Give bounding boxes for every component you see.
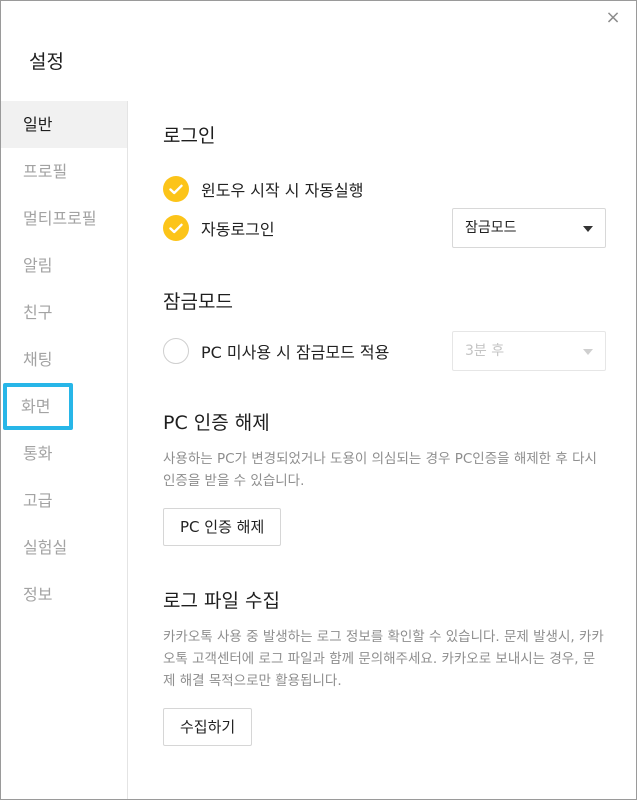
lockmode-row[interactable]: PC 미사용 시 잠금모드 적용 3분 후: [163, 331, 606, 371]
pc-auth-reset-button[interactable]: PC 인증 해제: [163, 508, 282, 546]
checkmark-icon: [169, 223, 183, 233]
lockmode-section-title: 잠금모드: [163, 291, 233, 313]
chevron-down-icon: [583, 226, 593, 232]
checkmark-icon: [169, 184, 183, 194]
lockmode-time-select[interactable]: 3분 후: [452, 331, 606, 371]
sidebar-item-general[interactable]: 일반: [1, 101, 127, 148]
sidebar-item-labs[interactable]: 실험실: [1, 524, 127, 571]
lockmode-time-value: 3분 후: [465, 343, 505, 359]
sidebar-item-chat[interactable]: 채팅: [1, 336, 127, 383]
settings-window: × 설정 일반 프로필 멀티프로필 알림 친구 채팅 화면 통화 고급 실험실 …: [0, 0, 637, 800]
log-section-title: 로그 파일 수집: [163, 590, 280, 612]
sidebar-item-multiprofile[interactable]: 멀티프로필: [1, 195, 127, 242]
sidebar-item-advanced[interactable]: 고급: [1, 477, 127, 524]
autostart-checkbox[interactable]: [163, 176, 189, 202]
sidebar-item-notifications[interactable]: 알림: [1, 242, 127, 289]
close-icon[interactable]: ×: [604, 9, 622, 27]
sidebar-item-display[interactable]: 화면: [3, 383, 73, 430]
pc-auth-section-title: PC 인증 해제: [163, 412, 270, 434]
autologin-checkbox[interactable]: [163, 215, 189, 241]
sidebar-item-profile[interactable]: 프로필: [1, 148, 127, 195]
autologin-mode-select[interactable]: 잠금모드: [452, 208, 606, 248]
login-section-title: 로그인: [163, 125, 216, 147]
collect-logs-button[interactable]: 수집하기: [163, 708, 253, 746]
autostart-row[interactable]: 윈도우 시작 시 자동실행: [163, 170, 606, 208]
sidebar: 일반 프로필 멀티프로필 알림 친구 채팅 화면 통화 고급 실험실 정보: [1, 101, 128, 799]
autologin-label: 자동로그인: [201, 220, 275, 239]
lockmode-label: PC 미사용 시 잠금모드 적용: [201, 343, 390, 362]
pc-auth-description: 사용하는 PC가 변경되었거나 도용이 의심되는 경우 PC인증을 해제한 후 …: [163, 451, 597, 489]
sidebar-item-call[interactable]: 통화: [1, 430, 127, 477]
chevron-down-icon: [583, 349, 593, 355]
lockmode-toggle[interactable]: [163, 338, 189, 364]
autostart-label: 윈도우 시작 시 자동실행: [201, 181, 364, 200]
log-description: 카카오톡 사용 중 발생하는 로그 정보를 확인할 수 있습니다. 문제 발생시…: [163, 629, 604, 689]
autologin-mode-value: 잠금모드: [465, 220, 517, 236]
autologin-row[interactable]: 자동로그인 잠금모드: [163, 208, 606, 248]
settings-content: 로그인 윈도우 시작 시 자동실행 자동로그인 잠금모드 잠금모드 PC 미사용…: [163, 101, 606, 746]
sidebar-item-friends[interactable]: 친구: [1, 289, 127, 336]
sidebar-item-info[interactable]: 정보: [1, 571, 127, 618]
window-title: 설정: [29, 51, 64, 73]
